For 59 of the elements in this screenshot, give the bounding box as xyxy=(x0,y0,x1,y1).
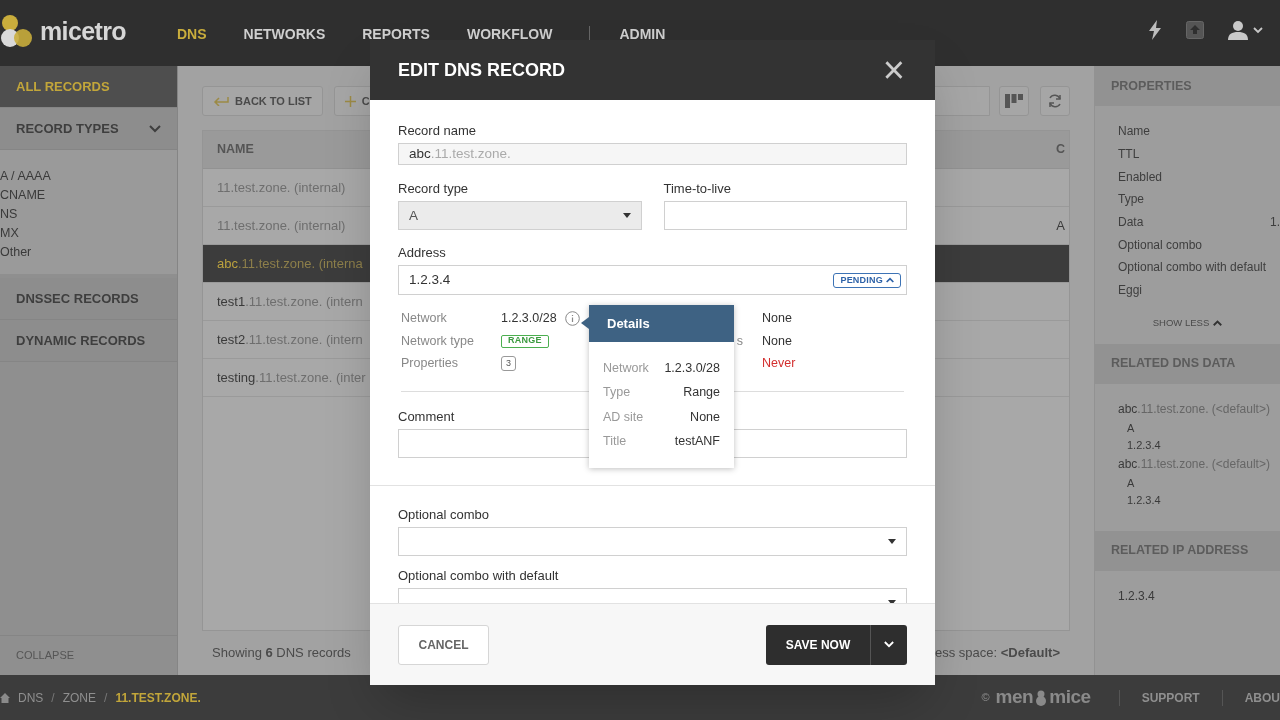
property-label: Data xyxy=(1118,214,1144,232)
property-label: Type xyxy=(1118,191,1144,209)
table-cell-text: test2.11.test.zone. (intern xyxy=(217,330,363,349)
tooltip-value: Range xyxy=(683,384,720,402)
network-type-tag: RANGE xyxy=(501,334,549,348)
detail-value: Never xyxy=(761,355,797,373)
property-label: Optional combo xyxy=(1118,236,1203,254)
detail-value: None xyxy=(761,332,793,350)
field-label: Record name xyxy=(398,123,477,139)
property-label: Optional combo with default xyxy=(1118,259,1267,277)
detail-label: Network xyxy=(401,310,448,328)
dialog-title: EDIT DNS RECORD xyxy=(398,58,565,82)
field-label: Record type xyxy=(398,181,470,198)
copyright-symbol: © xyxy=(981,690,990,706)
tooltip-label: Type xyxy=(603,384,631,402)
column-header: C xyxy=(1055,141,1065,159)
count-badge: 3 xyxy=(501,356,516,371)
pending-badge: PENDING xyxy=(833,272,901,288)
detail-label: Network type xyxy=(401,332,475,350)
table-cell-text: testing.11.test.zone. (inter xyxy=(217,368,366,387)
logo-text: micetro xyxy=(40,16,126,47)
column-header: NAME xyxy=(217,141,254,159)
table-cell-text: 11.test.zone. (internal) xyxy=(217,216,346,235)
property-label: Enabled xyxy=(1118,168,1163,186)
brand-text: men xyxy=(995,685,1034,710)
field-label: Time-to-live xyxy=(663,181,732,198)
address-value: 1.2.3.4 xyxy=(409,271,451,290)
property-label: TTL xyxy=(1118,146,1140,164)
property-label: Name xyxy=(1118,123,1150,141)
detail-value: None xyxy=(761,310,793,328)
breadcrumb-separator: / xyxy=(51,689,55,707)
brand-text: mice xyxy=(1049,685,1091,710)
tooltip-title: Details xyxy=(607,314,650,333)
table-cell-text: abc.11.test.zone. (interna xyxy=(217,254,363,273)
tooltip-label: AD site xyxy=(603,408,644,426)
tooltip-value: None xyxy=(690,408,720,426)
table-cell-text: A xyxy=(1056,216,1065,235)
tooltip-value: testANF xyxy=(674,433,720,451)
detail-label: Properties xyxy=(401,355,459,373)
related-record-type: A xyxy=(1126,420,1136,435)
related-record-data: 1.2.3.4 xyxy=(1126,492,1162,507)
property-label: Eggi xyxy=(1118,282,1143,300)
field-label: Optional combo with default xyxy=(398,567,559,584)
detail-value: 1.2.3.0/28 xyxy=(501,310,557,328)
record-count: Showing 6 DNS records xyxy=(212,644,351,663)
tooltip-value: 1.2.3.0/28 xyxy=(664,359,720,377)
tooltip-label: Network xyxy=(603,359,649,377)
field-label: Comment xyxy=(398,408,455,425)
breadcrumb-separator: / xyxy=(104,689,108,707)
address-space-label: ess space: <Default> xyxy=(935,644,1061,663)
detail-label: s xyxy=(736,332,743,350)
tooltip-label: Title xyxy=(603,433,627,451)
field-label: Address xyxy=(398,245,446,262)
related-record-data: 1.2.3.4 xyxy=(1126,437,1162,452)
property-value: 1. xyxy=(1270,214,1280,232)
table-cell-text: 11.test.zone. (internal) xyxy=(217,178,346,197)
field-label: Optional combo xyxy=(398,506,490,523)
related-record-type: A xyxy=(1126,475,1136,490)
table-cell-text: test1.11.test.zone. (intern xyxy=(217,292,363,311)
